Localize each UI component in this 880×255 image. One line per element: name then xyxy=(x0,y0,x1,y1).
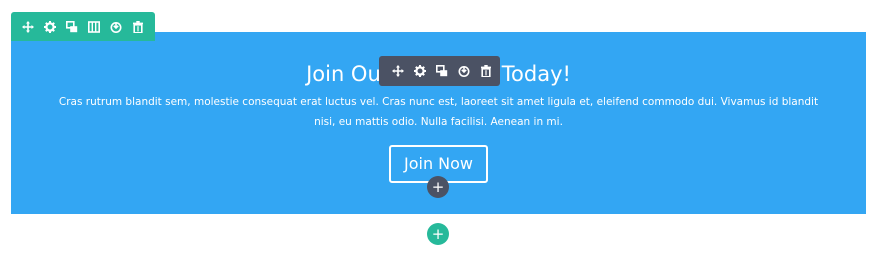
cta-title-right: Today! xyxy=(501,62,571,86)
delete-icon[interactable] xyxy=(127,16,149,38)
add-section-button[interactable]: + xyxy=(427,223,449,245)
move-icon[interactable] xyxy=(17,16,39,38)
duplicate-icon[interactable] xyxy=(431,60,453,82)
settings-icon[interactable] xyxy=(409,60,431,82)
cta-title-left: Join Ou xyxy=(306,62,381,86)
cta-body-text: Cras rutrum blandit sem, molestie conseq… xyxy=(58,96,819,128)
settings-icon[interactable] xyxy=(39,16,61,38)
row-toolbar xyxy=(11,12,155,41)
columns-icon[interactable] xyxy=(83,16,105,38)
delete-icon[interactable] xyxy=(475,60,497,82)
plus-icon: + xyxy=(431,177,445,196)
plus-icon: + xyxy=(431,224,445,243)
save-icon[interactable] xyxy=(105,16,127,38)
duplicate-icon[interactable] xyxy=(61,16,83,38)
add-module-button[interactable]: + xyxy=(427,176,449,198)
move-icon[interactable] xyxy=(387,60,409,82)
save-icon[interactable] xyxy=(453,60,475,82)
module-toolbar xyxy=(379,56,500,86)
